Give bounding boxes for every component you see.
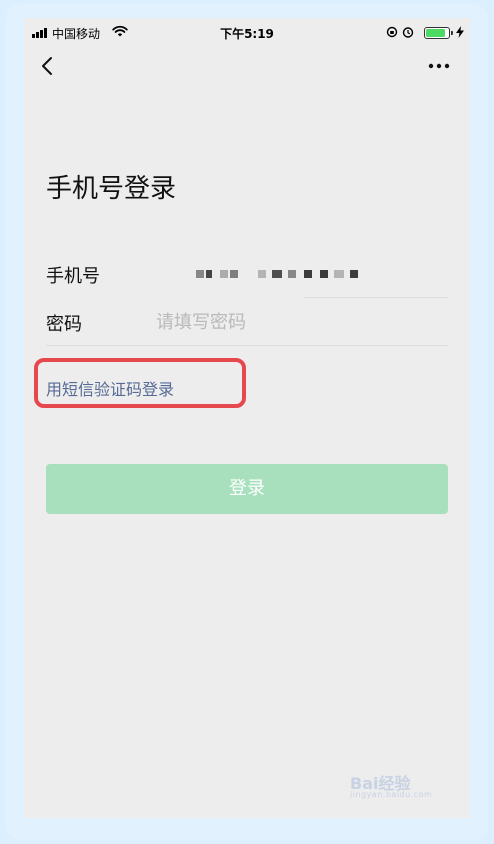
phone-screen: 中国移动 下午5:19 手机号登录 手机号 密码 用短信验证码登录 登录 Bai… — [24, 18, 470, 818]
password-divider — [46, 345, 448, 346]
page-title: 手机号登录 — [46, 174, 177, 204]
baidu-watermark: Bai经验 jingyan.baidu.com — [350, 770, 446, 804]
password-input[interactable] — [156, 308, 436, 336]
phone-number-field[interactable] — [196, 266, 366, 282]
rotation-lock-icon — [386, 26, 398, 38]
more-horizontal-icon — [428, 63, 450, 69]
password-label: 密码 — [46, 314, 82, 335]
login-button[interactable]: 登录 — [46, 464, 448, 514]
battery-icon — [424, 27, 453, 39]
chevron-left-icon — [42, 57, 52, 75]
highlight-box — [34, 358, 246, 408]
phone-row: 手机号 — [46, 250, 448, 298]
watermark-url: jingyan.baidu.com — [350, 790, 433, 799]
status-bar: 中国移动 下午5:19 — [24, 18, 470, 48]
more-button[interactable] — [424, 54, 454, 78]
phone-label: 手机号 — [46, 266, 100, 287]
back-button[interactable] — [36, 54, 60, 78]
alarm-clock-icon — [402, 27, 414, 38]
password-row: 密码 — [46, 298, 448, 346]
charging-bolt-icon — [456, 26, 464, 38]
